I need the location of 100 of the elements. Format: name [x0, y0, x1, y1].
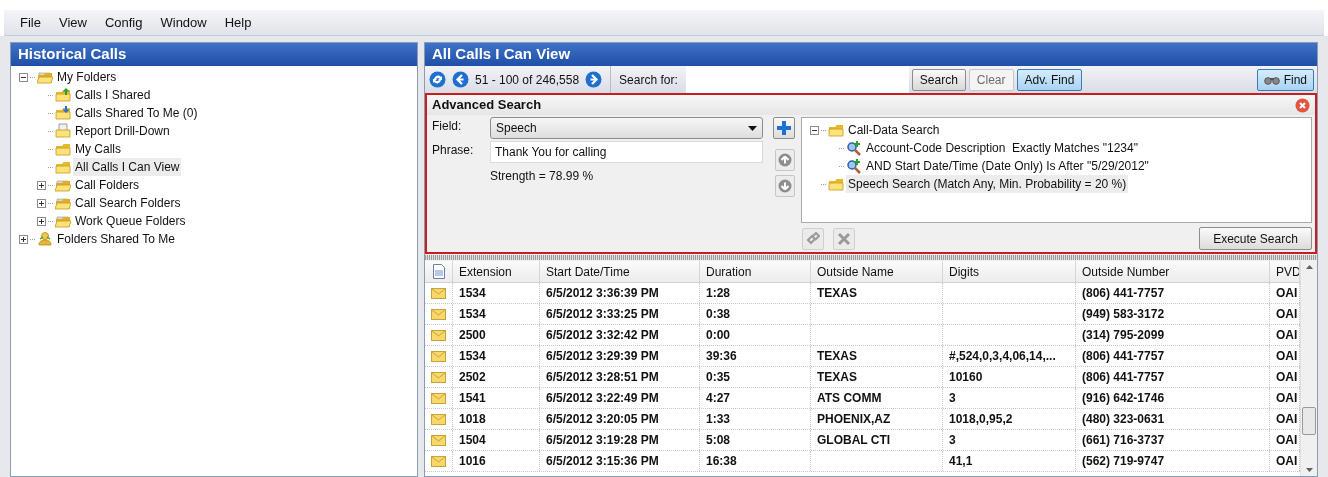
tree-item[interactable]: All Calls I Can View	[73, 158, 182, 176]
menu-item[interactable]: Config	[98, 12, 149, 33]
envelope-icon	[431, 350, 446, 362]
tree-item[interactable]: Account-Code Description Exactly Matches "1234"	[864, 139, 1140, 157]
search-label: Search for:	[618, 71, 679, 89]
table-cell-text: 10160	[949, 369, 983, 386]
dropdown-arrow-icon	[748, 125, 757, 131]
find-button[interactable]: Find	[1256, 68, 1314, 91]
move-down-button[interactable]	[775, 175, 795, 197]
table-cell-text: 6/5/2012 3:19:28 PM	[546, 432, 659, 449]
scroll-down-icon[interactable]	[1305, 468, 1313, 472]
column-header[interactable]: Outside Number	[1076, 261, 1270, 282]
close-icon[interactable]	[1295, 97, 1310, 113]
folder-stack-icon	[55, 177, 71, 193]
table-cell-text: 6/5/2012 3:28:51 PM	[546, 369, 659, 386]
execute-search-button[interactable]: Execute Search	[1199, 227, 1312, 250]
toolbar-button[interactable]: Search	[911, 68, 966, 91]
table-cell-text: PHOENIX,AZ	[817, 411, 891, 428]
magnifier-plus-icon	[846, 158, 862, 174]
tree-item[interactable]: My Calls	[73, 140, 123, 158]
table-cell-text: 5:08	[706, 432, 731, 449]
add-button[interactable]	[773, 117, 795, 139]
table-cell-text: 1534	[459, 348, 486, 365]
collapse-icon[interactable]	[810, 125, 819, 135]
table-cell-text: (314) 795-2099	[1082, 327, 1165, 344]
column-header[interactable]: Outside Name	[811, 261, 943, 282]
table-cell-text: 1018,0,95,2	[949, 411, 1013, 428]
menu-item[interactable]: File	[14, 12, 47, 33]
tree-item[interactable]: Report Drill-Down	[73, 122, 172, 140]
folder-icon	[828, 176, 844, 192]
column-header[interactable]: Start Date/Time	[540, 261, 700, 282]
menu-item[interactable]: Help	[218, 12, 258, 33]
scrollbar[interactable]	[1300, 261, 1317, 476]
expand-icon[interactable]	[37, 198, 46, 208]
field-dropdown[interactable]: Speech	[490, 117, 763, 139]
table-cell-text: (480) 323-0631	[1082, 411, 1165, 428]
tree-item[interactable]: Folders Shared To Me	[55, 230, 177, 248]
column-header[interactable]: Duration	[700, 261, 811, 282]
table-cell-text: (806) 441-7757	[1082, 285, 1165, 302]
page-range: 51 - 100 of 246,558	[475, 71, 580, 89]
tree-item[interactable]: Speech Search (Match Any, Min. Probability = 20 %)	[846, 175, 1129, 193]
scroll-up-icon[interactable]	[1305, 265, 1313, 269]
table-cell-text: (806) 441-7757	[1082, 369, 1165, 386]
panel-heading: Advanced Search	[432, 96, 542, 115]
table-cell-text: 6/5/2012 3:29:39 PM	[546, 348, 659, 365]
table-cell-text: 0:00	[706, 327, 731, 344]
table-cell-text: OAI	[1276, 411, 1298, 428]
shared-person-icon	[37, 231, 53, 247]
table-cell-text: 1534	[459, 306, 486, 323]
tree-item[interactable]: Call Folders	[73, 176, 142, 194]
tree-item[interactable]: Work Queue Folders	[73, 212, 188, 230]
expand-icon[interactable]	[19, 234, 28, 244]
refresh-icon[interactable]	[429, 71, 446, 88]
envelope-icon	[431, 287, 446, 299]
plus-icon	[776, 120, 792, 136]
expand-icon[interactable]	[37, 216, 46, 226]
table-cell-text: 0:35	[706, 369, 731, 386]
table-cell-text: TEXAS	[817, 285, 857, 302]
tree-item[interactable]: Call-Data Search	[846, 121, 942, 139]
scrollbar-thumb[interactable]	[1302, 407, 1316, 435]
menu-item[interactable]: View	[52, 12, 93, 33]
folder-icon	[55, 159, 71, 175]
folder-icon	[55, 141, 71, 157]
search-field[interactable]	[685, 66, 909, 93]
document-icon[interactable]	[432, 264, 445, 279]
envelope-icon	[431, 308, 446, 320]
table-cell-text: 2500	[459, 327, 486, 344]
table-cell-text: 6/5/2012 3:33:25 PM	[546, 306, 659, 323]
folder-down-arrow-icon	[55, 105, 71, 121]
report-folder-icon	[55, 123, 71, 139]
table-cell-text: OAI	[1276, 348, 1298, 365]
folder-stack-icon	[55, 213, 71, 229]
menu-item[interactable]: Window	[154, 12, 213, 33]
tree-item[interactable]: Calls I Shared	[73, 86, 153, 104]
expand-icon[interactable]	[37, 180, 46, 190]
field-label: Field:	[432, 118, 463, 135]
table-cell-text: 1534	[459, 285, 486, 302]
table-cell-text: 0:38	[706, 306, 731, 323]
column-header[interactable]: Extension	[453, 261, 540, 282]
folder-stack-icon	[37, 69, 53, 85]
toolbar-button[interactable]: Adv. Find	[1016, 68, 1083, 91]
move-up-button[interactable]	[775, 149, 795, 171]
table-cell-text: 6/5/2012 3:36:39 PM	[546, 285, 659, 302]
column-header[interactable]: Digits	[943, 261, 1076, 282]
tree-item[interactable]: AND Start Date/Time (Date Only) Is After "5/29/2012"	[864, 157, 1151, 175]
envelope-icon	[431, 371, 446, 383]
tree-item[interactable]: My Folders	[55, 68, 119, 86]
table-cell-text: 1:33	[706, 411, 731, 428]
phrase-field[interactable]: Thank You for calling	[490, 141, 763, 163]
tree-item[interactable]: Call Search Folders	[73, 194, 183, 212]
table-cell-text: 16:38	[706, 453, 737, 470]
table-cell-text: 1018	[459, 411, 486, 428]
table-cell-text: 39:36	[706, 348, 737, 365]
table-cell-text: TEXAS	[817, 369, 857, 386]
table-cell-text: OAI	[1276, 432, 1298, 449]
collapse-icon[interactable]	[19, 72, 28, 82]
down-arrow-icon	[778, 179, 792, 193]
tree-item[interactable]: Calls Shared To Me (0)	[73, 104, 200, 122]
magnifier-plus-icon	[846, 140, 862, 156]
table-cell-text: (562) 719-9747	[1082, 453, 1165, 470]
